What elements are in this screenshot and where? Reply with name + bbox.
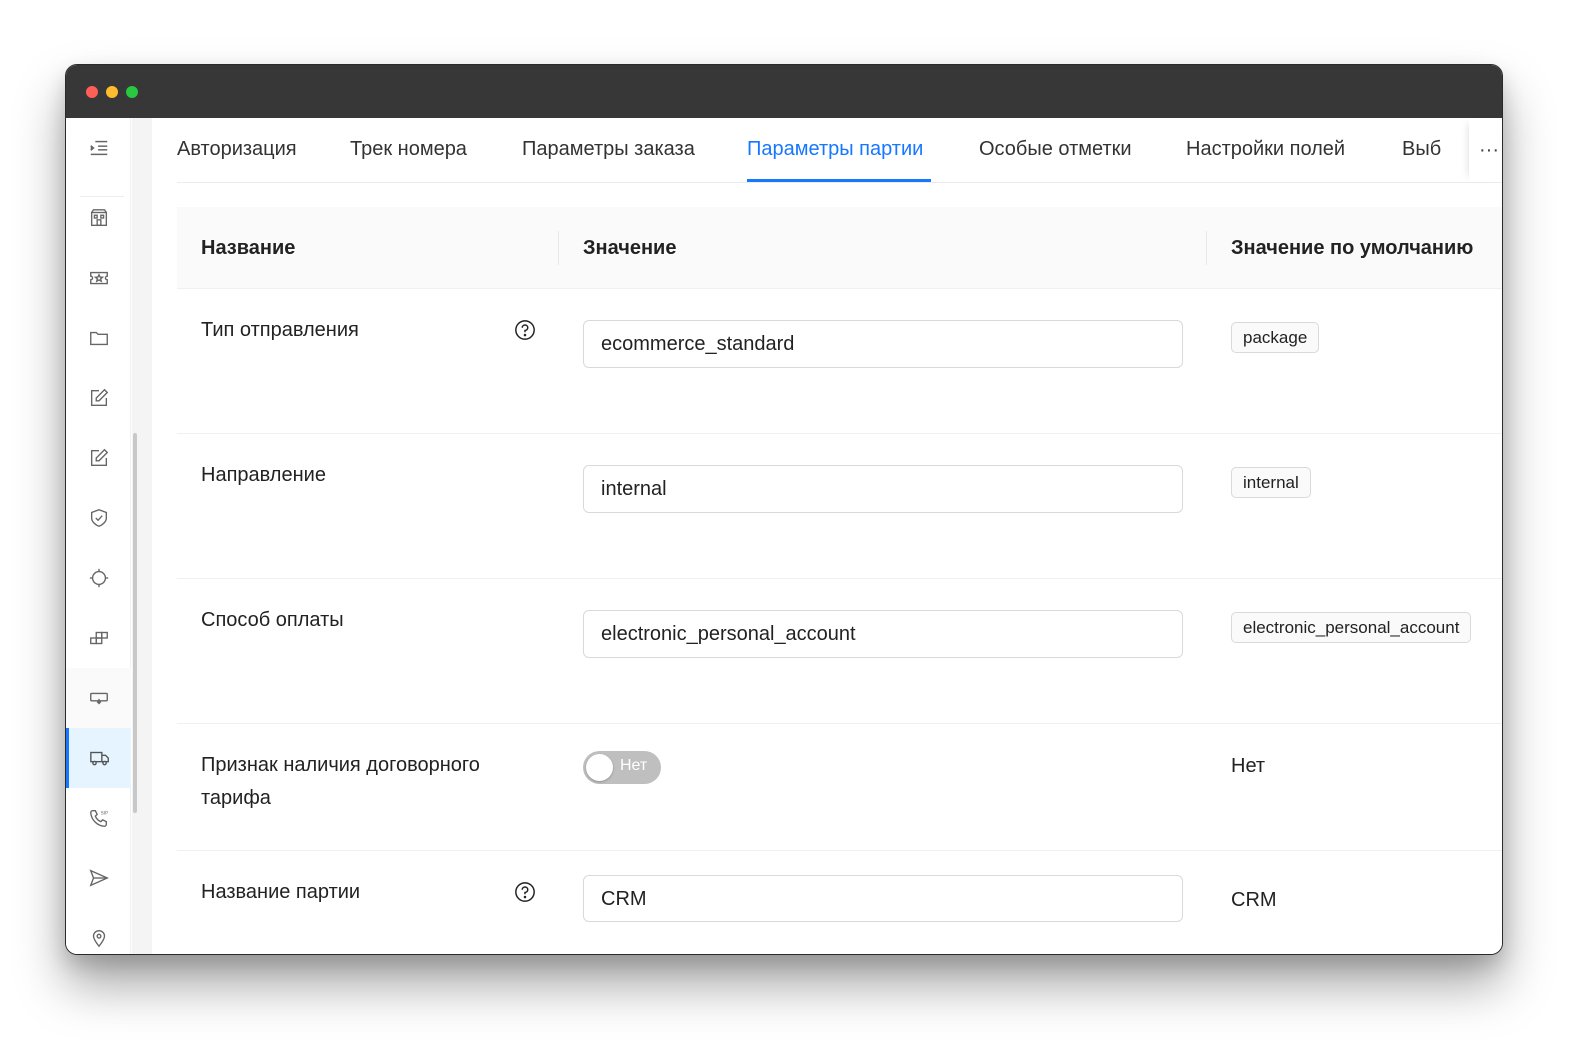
sidebar-item-edit-2[interactable] xyxy=(66,428,131,488)
param-name: Название партии xyxy=(201,881,361,903)
sidebar-item-tickets[interactable] xyxy=(66,248,131,308)
keyboard-icon xyxy=(89,692,108,705)
settings-tabs: Авторизация Трек номера Параметры заказа… xyxy=(177,118,1502,183)
sidebar-item-building[interactable] xyxy=(66,188,131,248)
building-icon xyxy=(90,209,107,227)
contract-tariff-switch[interactable]: Нет xyxy=(583,751,661,784)
switch-label: Нет xyxy=(620,757,648,774)
sidebar-item-keyboard[interactable] xyxy=(66,668,131,728)
tab-track-numbers[interactable]: Трек номера xyxy=(350,138,467,161)
folder-icon xyxy=(89,331,108,346)
question-circle-icon[interactable] xyxy=(514,319,536,341)
shield-check-icon xyxy=(90,509,107,527)
default-value-tag: package xyxy=(1231,322,1320,353)
sidebar-item-location[interactable] xyxy=(66,908,131,954)
param-name: Признак наличия договорного тарифа xyxy=(201,754,480,809)
sidebar-item-security[interactable] xyxy=(66,488,131,548)
payment-method-input[interactable]: electronic_personal_account xyxy=(583,610,1183,658)
tab-special-marks[interactable]: Особые отметки xyxy=(979,138,1132,161)
column-separator xyxy=(1206,231,1207,265)
sip-phone-icon: SIP xyxy=(89,809,108,827)
sidebar-collapse-button[interactable] xyxy=(66,118,131,178)
svg-text:SIP: SIP xyxy=(100,810,107,816)
active-tab-indicator xyxy=(747,179,931,182)
column-separator xyxy=(558,231,559,265)
window-titlebar xyxy=(66,65,1502,118)
app-window: SIP Авторизация Трек номера Параметры за… xyxy=(65,64,1503,955)
column-header-name: Название xyxy=(201,237,296,259)
menu-collapse-icon xyxy=(89,140,107,156)
direction-input[interactable]: internal xyxy=(583,465,1183,513)
ticket-star-icon xyxy=(89,271,108,285)
sidebar-item-sip[interactable]: SIP xyxy=(66,788,131,848)
tab-field-settings[interactable]: Настройки полей xyxy=(1186,138,1345,161)
table-row: Название партии CRM CRM xyxy=(177,851,1502,954)
maximize-window-button[interactable] xyxy=(126,86,138,98)
sidebar-item-target[interactable] xyxy=(66,548,131,608)
param-name: Тип отправления xyxy=(201,319,359,341)
param-name: Способ оплаты xyxy=(201,609,344,631)
shipment-type-input[interactable]: ecommerce_standard xyxy=(583,320,1183,368)
sidebar-item-send[interactable] xyxy=(66,848,131,908)
sidebar-item-blocks[interactable] xyxy=(66,608,131,668)
tab-authorization[interactable]: Авторизация xyxy=(177,138,297,161)
truck-icon xyxy=(90,751,109,766)
tab-order-params[interactable]: Параметры заказа xyxy=(522,138,695,161)
blocks-icon xyxy=(89,631,108,645)
target-icon xyxy=(89,568,108,588)
default-value-text: CRM xyxy=(1231,889,1277,911)
table-row: Признак наличия договорного тарифа Нет Н… xyxy=(177,724,1502,851)
default-value-tag: internal xyxy=(1231,467,1311,498)
send-icon xyxy=(89,869,109,887)
tab-batch-params[interactable]: Параметры партии xyxy=(747,138,923,161)
param-name: Направление xyxy=(201,464,326,486)
table-row: Способ оплаты electronic_personal_accoun… xyxy=(177,579,1502,724)
column-header-default: Значение по умолчанию xyxy=(1231,237,1474,259)
sidebar-item-folder[interactable] xyxy=(66,308,131,368)
edit-icon xyxy=(90,388,108,407)
table-row: Тип отправления ecommerce_standard packa… xyxy=(177,289,1502,434)
default-value-tag: electronic_personal_account xyxy=(1231,612,1472,643)
sidebar: SIP xyxy=(66,118,152,954)
minimize-window-button[interactable] xyxy=(106,86,118,98)
tab-selection-truncated[interactable]: Выб xyxy=(1402,138,1441,161)
batch-name-input[interactable]: CRM xyxy=(583,875,1183,922)
switch-knob xyxy=(586,754,613,781)
location-pin-icon xyxy=(92,930,105,948)
sidebar-item-edit-1[interactable] xyxy=(66,368,131,428)
edit-icon xyxy=(90,448,108,467)
sidebar-scrollbar-thumb[interactable] xyxy=(133,433,137,813)
table-row: Направление internal internal xyxy=(177,434,1502,579)
main-content: Авторизация Трек номера Параметры заказа… xyxy=(152,118,1502,954)
table-header: Название Значение Значение по умолчанию xyxy=(177,207,1502,289)
question-circle-icon[interactable] xyxy=(514,881,536,903)
tabs-more-button[interactable]: ··· xyxy=(1469,118,1502,182)
column-header-value: Значение xyxy=(583,237,677,259)
default-value-text: Нет xyxy=(1231,755,1266,777)
params-table: Название Значение Значение по умолчанию … xyxy=(177,207,1502,954)
sidebar-item-delivery[interactable] xyxy=(66,728,131,788)
close-window-button[interactable] xyxy=(86,86,98,98)
